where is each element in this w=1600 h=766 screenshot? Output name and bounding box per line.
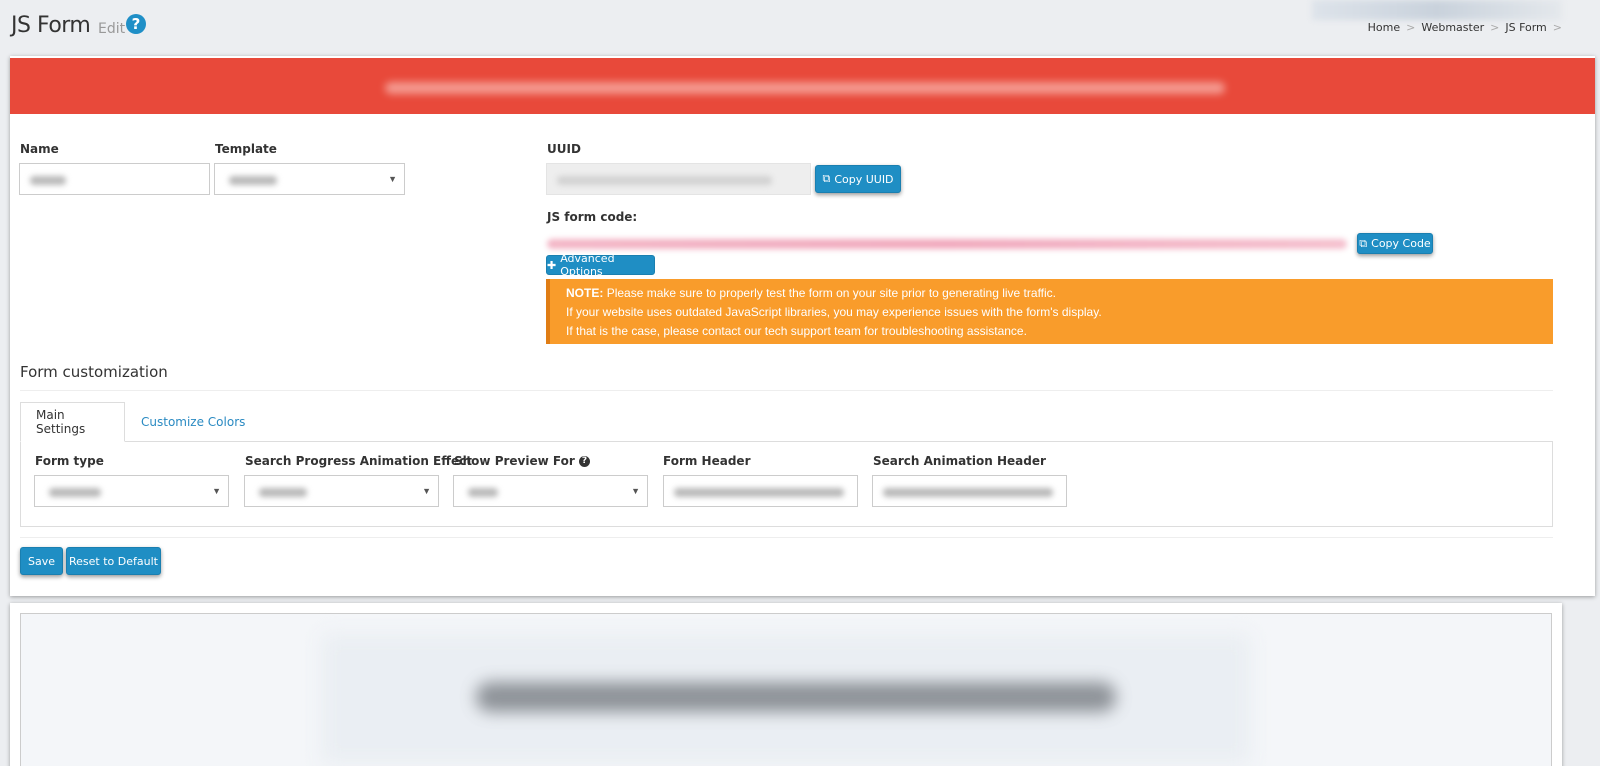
breadcrumb-separator: > xyxy=(1406,21,1416,34)
copy-icon: ⧉ xyxy=(1359,236,1368,250)
caret-down-icon: ▼ xyxy=(631,486,640,496)
redacted-value xyxy=(259,488,307,497)
animation-effect-select[interactable]: ▼ xyxy=(244,475,439,507)
redacted-region xyxy=(1312,0,1562,20)
breadcrumb-home[interactable]: Home xyxy=(1368,21,1400,34)
uuid-input[interactable] xyxy=(546,163,811,195)
page-subtitle: Edit xyxy=(98,21,126,37)
redacted-value xyxy=(557,176,772,185)
copy-icon: ⧉ xyxy=(822,172,831,185)
caret-down-icon: ▼ xyxy=(212,486,221,496)
help-icon[interactable]: ? xyxy=(126,14,146,34)
copy-code-button[interactable]: ⧉ Copy Code xyxy=(1357,233,1433,254)
note-text-1: Please make sure to properly test the fo… xyxy=(606,286,1057,300)
preview-card xyxy=(10,603,1562,766)
breadcrumb-separator: > xyxy=(1490,21,1500,34)
note-box: NOTE: Please make sure to properly test … xyxy=(546,279,1553,344)
breadcrumb: Home > Webmaster > JS Form > xyxy=(1368,21,1562,34)
reset-to-default-button[interactable]: Reset to Default xyxy=(66,547,161,575)
save-button[interactable]: Save xyxy=(20,547,63,575)
animation-header-label: Search Animation Header xyxy=(873,454,1046,468)
divider xyxy=(20,537,1553,538)
tab-main-settings[interactable]: Main Settings xyxy=(20,402,125,442)
js-code-label: JS form code: xyxy=(547,210,638,224)
copy-code-label: Copy Code xyxy=(1371,237,1431,250)
note-line-2: If your website uses outdated JavaScript… xyxy=(566,305,1102,319)
form-header-label: Form Header xyxy=(663,454,751,468)
show-preview-label: Show Preview For ? xyxy=(454,454,590,468)
note-line-3: If that is the case, please contact our … xyxy=(566,324,1027,338)
redacted-alert-text xyxy=(385,82,1225,94)
section-title: Form customization xyxy=(20,363,168,381)
copy-uuid-label: Copy UUID xyxy=(834,172,894,186)
form-type-label: Form type xyxy=(35,454,104,468)
redacted-value xyxy=(883,488,1053,497)
animation-header-input[interactable] xyxy=(872,475,1067,507)
template-select[interactable]: ▼ xyxy=(214,163,405,195)
redacted-value xyxy=(49,488,101,497)
redacted-value xyxy=(468,488,498,497)
note-prefix: NOTE: xyxy=(566,286,604,300)
form-header-input[interactable] xyxy=(663,475,858,507)
show-preview-select[interactable]: ▼ xyxy=(453,475,648,507)
note-line-1: NOTE: Please make sure to properly test … xyxy=(566,284,1537,303)
caret-down-icon: ▼ xyxy=(388,174,397,184)
question-circle-icon[interactable]: ? xyxy=(578,456,590,467)
breadcrumb-webmaster[interactable]: Webmaster xyxy=(1421,21,1484,34)
redacted-value xyxy=(30,176,66,185)
caret-down-icon: ▼ xyxy=(422,486,431,496)
tab-customize-colors[interactable]: Customize Colors xyxy=(126,402,260,442)
name-input[interactable] xyxy=(19,163,210,195)
redacted-value xyxy=(229,176,277,185)
preview-frame xyxy=(20,613,1552,766)
advanced-options-label: Advanced Options xyxy=(560,252,615,278)
uuid-label: UUID xyxy=(547,142,581,156)
redacted-value xyxy=(674,488,844,497)
show-preview-label-text: Show Preview For xyxy=(454,454,575,468)
copy-uuid-button[interactable]: ⧉ Copy UUID xyxy=(815,165,901,193)
page-title: JS Form xyxy=(11,13,91,38)
alert-banner xyxy=(10,58,1595,114)
name-label: Name xyxy=(20,142,59,156)
divider xyxy=(20,390,1553,391)
template-label: Template xyxy=(215,142,277,156)
animation-effect-label: Search Progress Animation Effect xyxy=(245,454,472,468)
form-type-select[interactable]: ▼ xyxy=(34,475,229,507)
plus-icon: ✚ xyxy=(547,258,557,272)
breadcrumb-separator: > xyxy=(1552,21,1562,34)
redacted-preview-title xyxy=(476,682,1116,712)
page-header: JS Form Edit ? Home > Webmaster > JS For… xyxy=(0,0,1600,56)
breadcrumb-js-form[interactable]: JS Form xyxy=(1505,21,1546,34)
advanced-options-button[interactable]: ✚ Advanced Options xyxy=(546,252,655,278)
redacted-js-code xyxy=(547,239,1347,249)
